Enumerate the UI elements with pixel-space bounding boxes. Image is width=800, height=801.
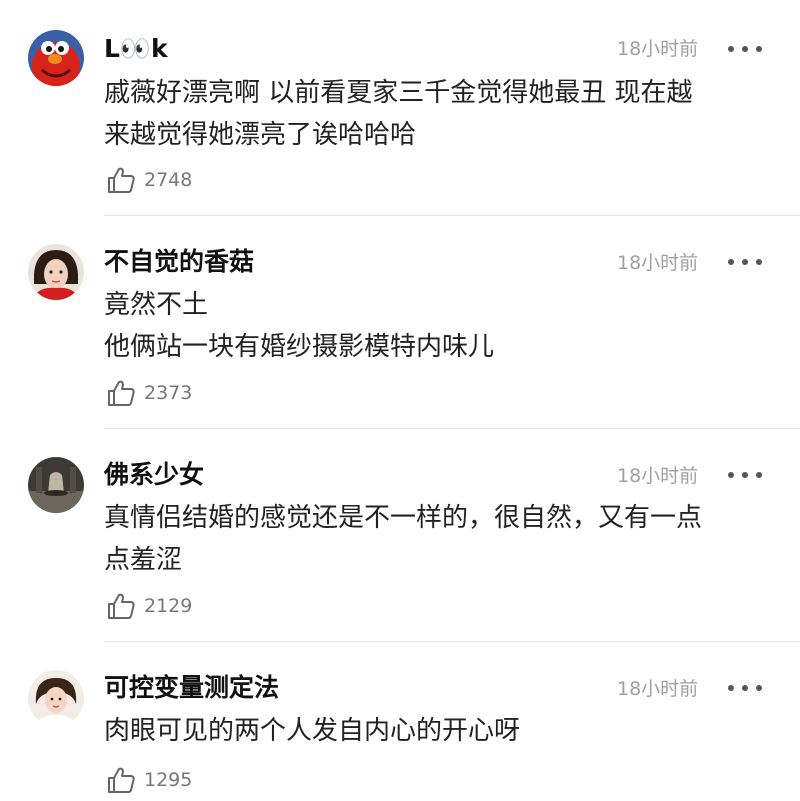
more-dots-icon[interactable] [728, 465, 762, 485]
like-button[interactable]: 2373 [106, 377, 192, 409]
like-count: 2373 [144, 382, 193, 404]
timestamp: 18小时前 [617, 38, 699, 60]
comment-line: 肉眼可见的两个人发自内心的开心呀 [104, 716, 521, 746]
like-count: 1295 [144, 769, 193, 791]
divider [104, 215, 800, 216]
like-button[interactable]: 2129 [106, 590, 192, 622]
username[interactable]: 可控变量测定法 [104, 671, 279, 705]
comment-text: 戚薇好漂亮啊 以前看夏家三千金觉得她最丑 现在越 来越觉得她漂亮了诶哈哈哈 [104, 72, 774, 156]
avatar[interactable] [28, 30, 84, 86]
username[interactable]: 佛系少女 [104, 458, 204, 492]
username[interactable]: 不自觉的香菇 [104, 245, 254, 279]
comment-line: 他俩站一块有婚纱摄影模特内味儿 [104, 332, 495, 362]
timestamp: 18小时前 [617, 465, 699, 487]
comment-line: 竟然不土 [104, 290, 209, 320]
thumbs-up-icon [108, 380, 135, 406]
avatar[interactable] [28, 457, 84, 513]
like-button[interactable]: 1295 [106, 764, 192, 796]
more-dots-icon[interactable] [728, 39, 762, 59]
more-dots-icon[interactable] [728, 252, 762, 272]
comment-line: 来越觉得她漂亮了诶哈哈哈 [104, 120, 417, 150]
like-button[interactable]: 2748 [106, 164, 192, 196]
like-count: 2129 [144, 595, 193, 617]
timestamp: 18小时前 [617, 678, 699, 700]
avatar[interactable] [28, 670, 84, 726]
thumbs-up-icon [108, 167, 135, 193]
comment-text: 真情侣结婚的感觉还是不一样的，很自然，又有一点 点羞涩 [104, 497, 774, 581]
more-dots-icon[interactable] [728, 678, 762, 698]
timestamp: 18小时前 [617, 252, 699, 274]
divider [104, 641, 800, 642]
comment-line: 点羞涩 [104, 545, 183, 575]
like-count: 2748 [144, 169, 193, 191]
divider [104, 428, 800, 429]
comment-line: 真情侣结婚的感觉还是不一样的，很自然，又有一点 [104, 503, 703, 533]
thumbs-up-icon [108, 767, 135, 793]
avatar[interactable] [28, 244, 84, 300]
comment-text: 肉眼可见的两个人发自内心的开心呀 [104, 710, 774, 752]
thumbs-up-icon [108, 593, 135, 619]
comment-text: 竟然不土 他俩站一块有婚纱摄影模特内味儿 [104, 284, 774, 368]
comment-item: L👀k 18小时前 戚薇好漂亮啊 以前看夏家三千金觉得她最丑 现在越 来越觉得她… [0, 0, 800, 216]
username[interactable]: L👀k [104, 32, 168, 66]
comment-line: 戚薇好漂亮啊 以前看夏家三千金觉得她最丑 现在越 [104, 78, 693, 108]
